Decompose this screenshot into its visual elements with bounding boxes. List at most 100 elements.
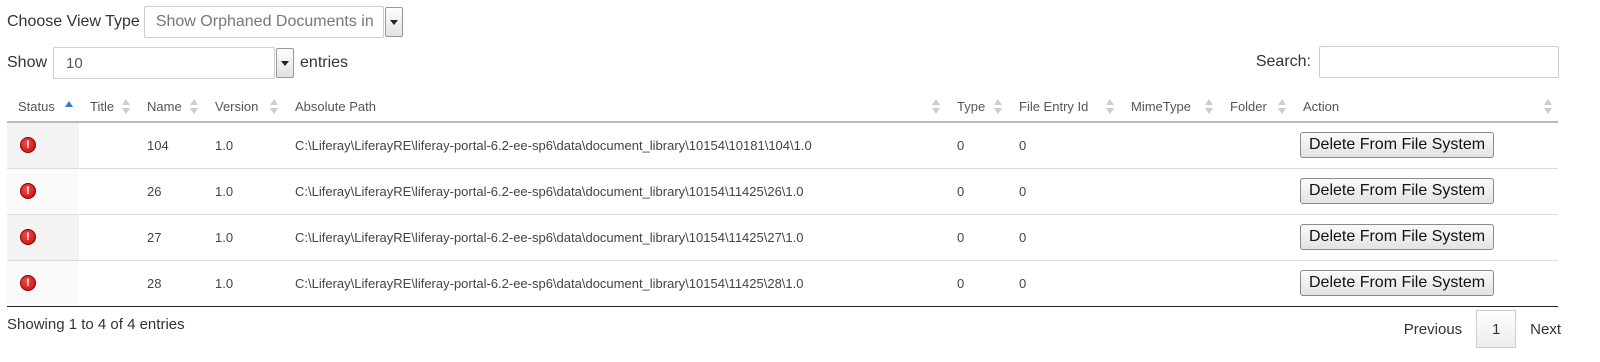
table-row: ! 28 1.0 C:\Liferay\LiferayRE\liferay-po… xyxy=(7,260,1558,307)
view-type-row: Choose View Type Show Orphaned Documents… xyxy=(7,5,403,39)
status-cell: ! xyxy=(7,260,79,307)
folder-cell xyxy=(1219,260,1292,307)
delete-from-file-system-button[interactable]: Delete From File System xyxy=(1300,224,1495,250)
action-cell: Delete From File System xyxy=(1292,214,1558,261)
name-cell: 27 xyxy=(136,214,204,261)
column-header-version[interactable]: Version xyxy=(204,92,284,123)
version-cell: 1.0 xyxy=(204,260,284,307)
entries-dropdown-button[interactable] xyxy=(276,48,295,78)
column-header-folder[interactable]: Folder xyxy=(1219,92,1292,123)
type-cell: 0 xyxy=(946,168,1008,215)
path-cell: C:\Liferay\LiferayRE\liferay-portal-6.2-… xyxy=(284,168,946,215)
name-cell: 104 xyxy=(136,122,204,169)
type-cell: 0 xyxy=(946,122,1008,169)
error-icon: ! xyxy=(20,229,36,245)
next-page-button[interactable]: Next xyxy=(1516,321,1575,338)
entries-per-page-select[interactable]: 10 xyxy=(53,47,276,79)
version-cell: 1.0 xyxy=(204,122,284,169)
action-cell: Delete From File System xyxy=(1292,122,1558,169)
pagination: Previous 1 Next xyxy=(1390,309,1575,349)
path-cell: C:\Liferay\LiferayRE\liferay-portal-6.2-… xyxy=(284,260,946,307)
title-cell xyxy=(79,214,136,261)
column-label: Version xyxy=(215,99,259,114)
status-cell: ! xyxy=(7,168,79,215)
mimetype-cell xyxy=(1120,260,1219,307)
view-type-label: Choose View Type xyxy=(7,13,140,30)
search-label: Search: xyxy=(1255,53,1311,70)
name-cell: 28 xyxy=(136,260,204,307)
view-type-select[interactable]: Show Orphaned Documents in xyxy=(143,6,384,38)
title-cell xyxy=(79,260,136,307)
sort-icon xyxy=(190,99,198,115)
previous-page-button[interactable]: Previous xyxy=(1390,321,1476,338)
error-icon: ! xyxy=(20,137,36,154)
path-cell: C:\Liferay\LiferayRE\liferay-portal-6.2-… xyxy=(284,214,946,261)
search-input[interactable] xyxy=(1319,46,1559,78)
column-label: MimeType xyxy=(1131,99,1191,114)
sort-icon xyxy=(122,99,130,115)
column-label: Title xyxy=(90,99,115,114)
status-cell: ! xyxy=(7,214,79,261)
sort-icon xyxy=(932,99,940,115)
mimetype-cell xyxy=(1120,168,1219,215)
column-label: Name xyxy=(147,99,182,114)
column-label: Type xyxy=(957,99,986,114)
sort-icon xyxy=(1278,99,1286,115)
type-cell: 0 xyxy=(946,214,1008,261)
page-button-current[interactable]: 1 xyxy=(1476,310,1517,348)
column-header-status[interactable]: Status xyxy=(7,92,79,123)
version-cell: 1.0 xyxy=(204,168,284,215)
status-cell: ! xyxy=(7,122,79,169)
action-cell: Delete From File System xyxy=(1292,260,1558,307)
show-label: Show xyxy=(7,54,48,71)
sort-ascending-icon xyxy=(65,99,73,115)
delete-from-file-system-button[interactable]: Delete From File System xyxy=(1300,132,1495,159)
column-header-file-entry-id[interactable]: File Entry Id xyxy=(1008,92,1120,123)
column-header-type[interactable]: Type xyxy=(946,92,1008,123)
path-cell: C:\Liferay\LiferayRE\liferay-portal-6.2-… xyxy=(284,122,946,169)
file-entry-id-cell: 0 xyxy=(1008,260,1120,307)
sort-icon xyxy=(1106,99,1114,115)
file-entry-id-cell: 0 xyxy=(1008,168,1120,215)
mimetype-cell xyxy=(1120,122,1219,169)
search-box: Search: xyxy=(1256,46,1559,78)
title-cell xyxy=(79,168,136,215)
chevron-down-icon xyxy=(281,60,290,66)
action-cell: Delete From File System xyxy=(1292,168,1558,215)
delete-from-file-system-button[interactable]: Delete From File System xyxy=(1300,178,1495,204)
error-icon: ! xyxy=(20,183,36,199)
entries-label: entries xyxy=(300,54,349,71)
column-header-name[interactable]: Name xyxy=(136,92,204,123)
error-icon: ! xyxy=(20,275,36,291)
folder-cell xyxy=(1219,122,1292,169)
file-entry-id-cell: 0 xyxy=(1008,122,1120,169)
table-info: Showing 1 to 4 of 4 entries xyxy=(7,316,185,333)
column-label: Status xyxy=(18,99,55,114)
column-label: Folder xyxy=(1230,99,1267,114)
mimetype-cell xyxy=(1120,214,1219,261)
column-header-absolute-path[interactable]: Absolute Path xyxy=(284,92,946,123)
version-cell: 1.0 xyxy=(204,214,284,261)
documents-table: Status Title Name Version Absolute Path … xyxy=(7,92,1558,307)
column-label: Absolute Path xyxy=(295,99,376,114)
table-header-row: Status Title Name Version Absolute Path … xyxy=(7,92,1558,123)
sort-icon xyxy=(1544,99,1552,115)
table-row: ! 26 1.0 C:\Liferay\LiferayRE\liferay-po… xyxy=(7,168,1558,215)
name-cell: 26 xyxy=(136,168,204,215)
column-header-mimetype[interactable]: MimeType xyxy=(1120,92,1219,123)
sort-icon xyxy=(270,99,278,115)
delete-from-file-system-button[interactable]: Delete From File System xyxy=(1300,270,1495,296)
title-cell xyxy=(79,122,136,169)
sort-icon xyxy=(1205,99,1213,115)
folder-cell xyxy=(1219,214,1292,261)
view-type-dropdown-button[interactable] xyxy=(384,7,403,37)
column-header-action[interactable]: Action xyxy=(1292,92,1558,123)
chevron-down-icon xyxy=(389,19,398,25)
type-cell: 0 xyxy=(946,260,1008,307)
sort-icon xyxy=(994,99,1002,115)
table-row: ! 27 1.0 C:\Liferay\LiferayRE\liferay-po… xyxy=(7,214,1558,261)
column-header-title[interactable]: Title xyxy=(79,92,136,123)
file-entry-id-cell: 0 xyxy=(1008,214,1120,261)
table-row: ! 104 1.0 C:\Liferay\LiferayRE\liferay-p… xyxy=(7,122,1558,169)
column-label: Action xyxy=(1303,99,1340,114)
